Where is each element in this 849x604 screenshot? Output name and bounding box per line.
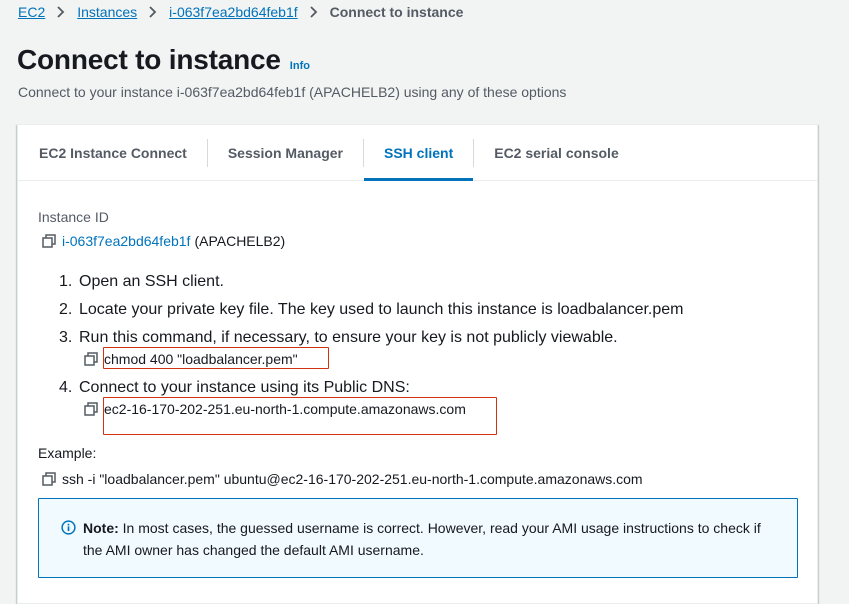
page-description: Connect to your instance i-063f7ea2bd64f… xyxy=(18,84,567,100)
page-title-text: Connect to instance xyxy=(17,44,281,75)
instance-id-label: Instance ID xyxy=(38,209,109,225)
instance-name: (APACHELB2) xyxy=(194,233,286,249)
tab-ec2-instance-connect[interactable]: EC2 Instance Connect xyxy=(18,125,207,180)
breadcrumb-current: Connect to instance xyxy=(329,4,464,20)
step-number: 2. xyxy=(59,301,73,318)
highlight-box xyxy=(103,347,329,369)
step-text: Run this command, if necessary, to ensur… xyxy=(79,329,618,346)
breadcrumb: EC2 Instances i-063f7ea2bd64feb1f Connec… xyxy=(18,2,463,22)
breadcrumb-instance-id[interactable]: i-063f7ea2bd64feb1f xyxy=(169,4,297,20)
copy-icon[interactable] xyxy=(42,234,56,248)
tab-ssh-client[interactable]: SSH client xyxy=(363,125,474,181)
info-circle-icon xyxy=(61,520,76,535)
example-command: ssh -i "loadbalancer.pem" ubuntu@ec2-16-… xyxy=(62,471,643,487)
step-text: Open an SSH client. xyxy=(79,273,224,290)
copy-icon[interactable] xyxy=(42,472,56,486)
note-text: Note: In most cases, the guessed usernam… xyxy=(83,517,773,561)
example-row: ssh -i "loadbalancer.pem" ubuntu@ec2-16-… xyxy=(42,471,643,487)
copy-icon[interactable] xyxy=(84,402,98,416)
note-title: Note: xyxy=(83,520,119,536)
breadcrumb-ec2[interactable]: EC2 xyxy=(18,4,45,20)
step-number: 3. xyxy=(59,329,73,346)
tab-label: Session Manager xyxy=(227,144,343,161)
step-4: 4. Connect to your instance using its Pub… xyxy=(59,379,410,397)
chevron-right-icon xyxy=(148,6,158,18)
tab-label: EC2 Instance Connect xyxy=(39,144,187,161)
tab-session-manager[interactable]: Session Manager xyxy=(208,125,363,180)
note-alert: Note: In most cases, the guessed usernam… xyxy=(38,498,798,578)
tab-bar: EC2 Instance Connect Session Manager SSH… xyxy=(18,125,817,181)
copy-icon[interactable] xyxy=(84,352,98,366)
chevron-right-icon xyxy=(309,6,319,18)
step-text: Connect to your instance using its Publi… xyxy=(79,379,410,396)
page-title: Connect to instance Info xyxy=(17,44,310,76)
tab-label: SSH client xyxy=(383,144,454,161)
step-2: 2. Locate your private key file. The key … xyxy=(59,301,684,319)
connect-panel: EC2 Instance Connect Session Manager SSH… xyxy=(17,124,818,604)
note-body: In most cases, the guessed username is c… xyxy=(83,520,761,558)
info-link[interactable]: Info xyxy=(290,60,310,72)
tab-ec2-serial-console[interactable]: EC2 serial console xyxy=(474,125,639,180)
step-text: Locate your private key file. The key us… xyxy=(79,301,684,318)
highlight-box xyxy=(103,397,497,435)
breadcrumb-instances[interactable]: Instances xyxy=(77,4,137,20)
chevron-right-icon xyxy=(56,6,66,18)
instance-id-row: i-063f7ea2bd64feb1f (APACHELB2) xyxy=(42,233,285,249)
instance-id-link[interactable]: i-063f7ea2bd64feb1f xyxy=(62,233,190,249)
step-number: 4. xyxy=(59,379,73,396)
step-number: 1. xyxy=(59,273,73,290)
step-3: 3. Run this command, if necessary, to ens… xyxy=(59,329,618,347)
example-label: Example: xyxy=(38,445,97,461)
step-1: 1. Open an SSH client. xyxy=(59,273,224,291)
tab-label: EC2 serial console xyxy=(494,144,619,161)
